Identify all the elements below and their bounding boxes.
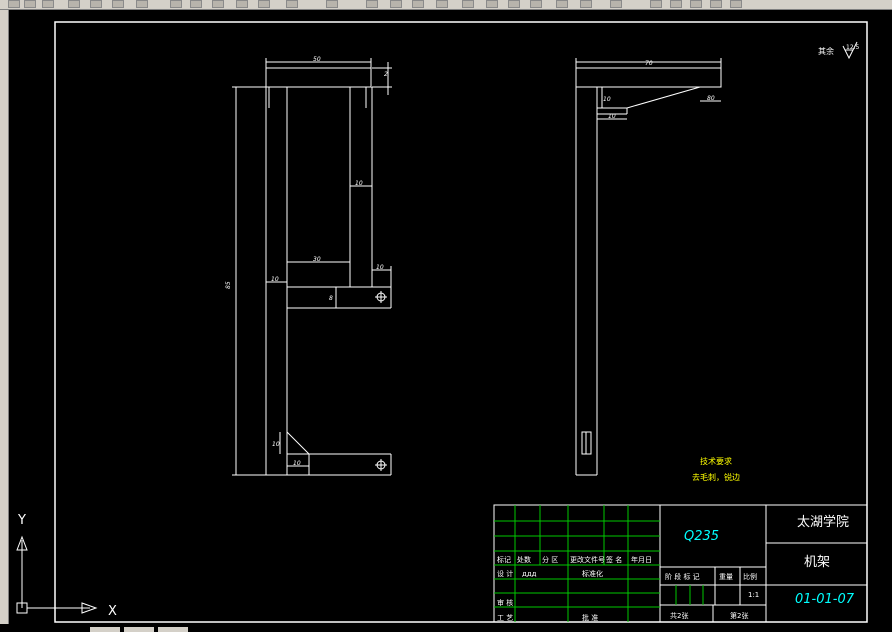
header-mark: 标记: [497, 556, 511, 564]
drawing-number: 01-01-07: [795, 592, 855, 607]
school-label: 太湖学院: [797, 515, 850, 530]
approve-label: 批 准: [582, 614, 599, 622]
dim-side-small-h: 10: [603, 96, 611, 103]
tech-req-title: 技术要求: [700, 456, 732, 466]
header-date: 年月日: [631, 556, 652, 564]
dim-top-thickness: 2: [384, 71, 388, 78]
roughness-label: 其余: [818, 46, 834, 56]
weight-label: 重量: [719, 573, 733, 581]
front-view: [232, 58, 392, 476]
header-count: 处数: [517, 556, 531, 564]
tech-req-text: 去毛刺，锐边: [692, 472, 740, 482]
material-label: Q235: [684, 529, 720, 544]
stage-label: 阶 段 标 记: [665, 573, 700, 581]
part-name-label: 机架: [804, 555, 831, 570]
process-label: 工 艺: [497, 614, 514, 622]
dim-arm-height: 8: [329, 295, 333, 302]
sheets-total: 共2张: [670, 612, 689, 620]
dim-side-top: 70: [645, 60, 653, 67]
standardization-label: 标准化: [582, 570, 603, 578]
drawing-canvas[interactable]: 50 2 85 30 10 10 10 8 10 10 70 10 10 80 …: [0, 0, 892, 632]
dim-gusset-h: 10: [272, 441, 280, 448]
header-signature: 签 名: [606, 556, 623, 564]
dim-gusset-w: 10: [293, 460, 301, 467]
header-zone: 分 区: [542, 556, 559, 564]
side-view: [575, 58, 722, 476]
ucs-icon: [16, 535, 98, 614]
dim-inner-width: 30: [313, 256, 321, 263]
dim-top-width: 50: [313, 56, 321, 63]
dim-right-col: 10: [376, 264, 384, 271]
scale-value: 1:1: [748, 591, 760, 599]
sheet-border: [54, 21, 868, 623]
review-label: 审 核: [497, 599, 514, 607]
header-change-doc: 更改文件号: [570, 556, 605, 564]
dim-height: 85: [225, 281, 232, 289]
ucs-x-label: X: [108, 604, 117, 619]
dim-side-slope: 80: [707, 95, 715, 102]
layout-tab[interactable]: [124, 627, 154, 632]
sheet-number: 第2张: [730, 612, 749, 620]
design-name: ддд: [522, 570, 537, 578]
roughness-value: 12.5: [846, 44, 860, 51]
ucs-y-label: Y: [17, 513, 26, 528]
layout-tab[interactable]: [158, 627, 188, 632]
design-label: 设 计: [497, 570, 514, 578]
layout-tab[interactable]: [90, 627, 120, 632]
dim-left-col: 10: [271, 276, 279, 283]
dim-col-width: 10: [355, 180, 363, 187]
dim-side-small-w: 10: [608, 113, 616, 120]
scale-label: 比例: [743, 573, 757, 581]
